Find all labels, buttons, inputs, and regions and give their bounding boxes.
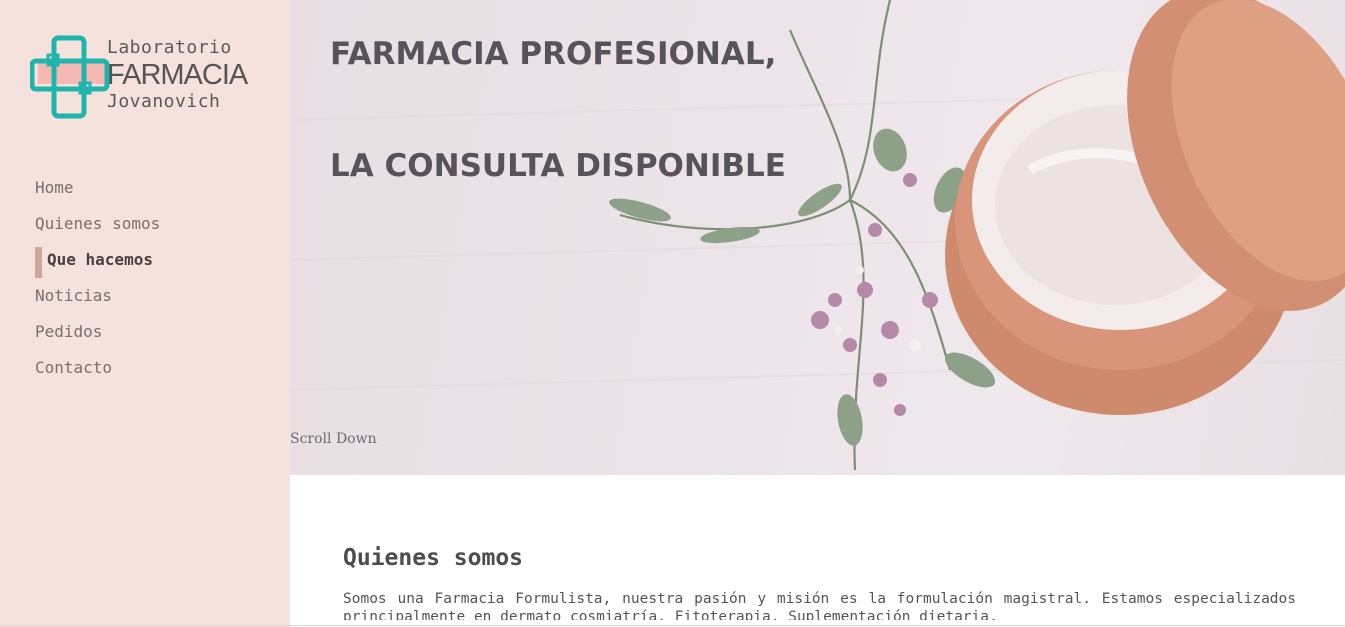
cross-logo-icon [29,35,110,119]
nav-item-noticias[interactable]: Noticias [35,284,160,320]
main-nav: Home Quienes somos Que hacemos Noticias … [35,176,160,392]
nav-item-home[interactable]: Home [35,176,160,212]
about-heading: Quienes somos [343,545,524,571]
nav-item-pedidos[interactable]: Pedidos [35,320,160,356]
hero-title-line-2: LA CONSULTA DISPONIBLE [330,148,786,184]
logo[interactable]: Laboratorio FARMACIA Jovanovich [29,35,248,120]
logo-text-farmacia: FARMACIA [107,59,248,91]
logo-text-jovanovich: Jovanovich [107,91,221,112]
scroll-down-link[interactable]: Scroll Down [290,431,377,447]
logo-text-laboratorio: Laboratorio [107,37,232,58]
about-text: Somos una Farmacia Formulista, nuestra p… [343,591,1296,620]
divider [0,625,1345,626]
sidebar: Laboratorio FARMACIA Jovanovich Home Qui… [0,0,290,627]
nav-item-quienes-somos[interactable]: Quienes somos [35,212,160,248]
nav-item-contacto[interactable]: Contacto [35,356,160,392]
nav-item-que-hacemos[interactable]: Que hacemos [35,247,160,284]
hero-title-line-1: FARMACIA PROFESIONAL, [330,36,777,72]
about-section: Quienes somos Somos una Farmacia Formuli… [343,545,1296,620]
hero-banner: FARMACIA PROFESIONAL, LA CONSULTA DISPON… [290,0,1345,475]
